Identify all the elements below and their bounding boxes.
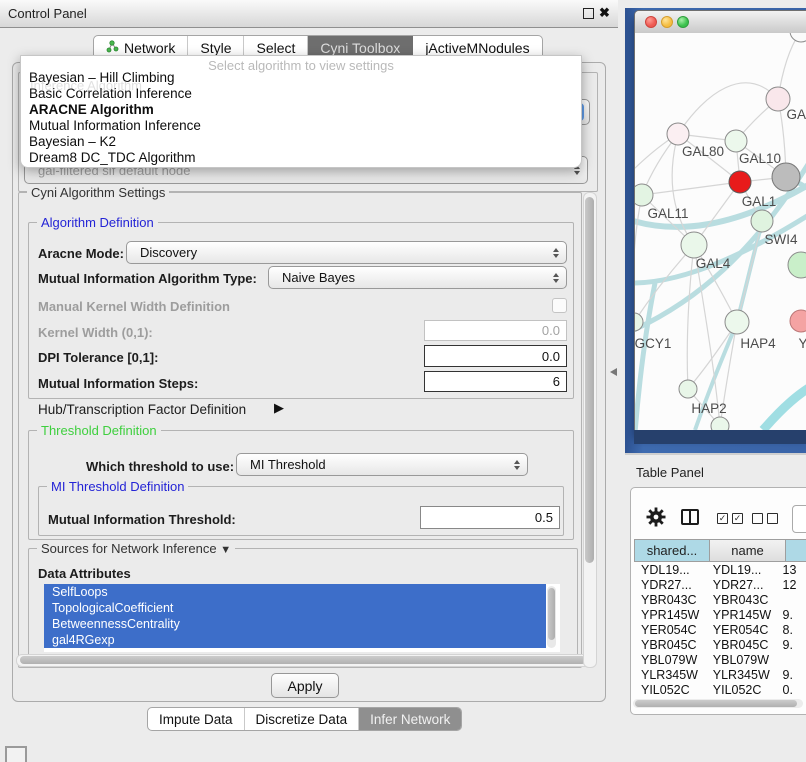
- column-header-shared-name[interactable]: shared...: [634, 539, 710, 562]
- manual-kernel-width-label: Manual Kernel Width Definition: [38, 299, 230, 314]
- dpi-tolerance-field[interactable]: 0.0: [424, 345, 567, 367]
- network-desktop: GAL GAL80 GAL10 GAL1 GAL11 SWI4 GAL4 GCY…: [625, 8, 806, 455]
- mouse-cursor: [610, 368, 617, 376]
- attribute-item-selected[interactable]: gal4RGexp: [44, 632, 546, 648]
- table-row[interactable]: YDL19...YDL19...13: [634, 563, 806, 578]
- node-label-gal-partial: GAL: [786, 107, 806, 122]
- table-panel-title: Table Panel: [636, 465, 704, 480]
- control-panel-titlebar: Control Panel ✖: [0, 0, 618, 28]
- algorithm-option[interactable]: Bayesian – K2: [21, 134, 581, 150]
- data-attributes-list: SelfLoops TopologicalCoefficient Between…: [44, 584, 560, 652]
- network-view-window: GAL GAL80 GAL10 GAL1 GAL11 SWI4 GAL4 GCY…: [634, 10, 806, 432]
- column-header-partial[interactable]: [786, 539, 806, 562]
- node-label-gal10: GAL10: [739, 151, 781, 166]
- node-label-gal4: GAL4: [696, 256, 731, 271]
- mi-steps-label: Mutual Information Steps:: [38, 376, 198, 391]
- tab-discretize-data[interactable]: Discretize Data: [245, 708, 360, 730]
- settings-horizontal-scrollbar[interactable]: [16, 654, 594, 667]
- mi-steps-field[interactable]: 6: [424, 371, 567, 392]
- mi-algorithm-type-combo[interactable]: Naive Bayes: [268, 266, 567, 289]
- table-row[interactable]: YBL079WYBL079W: [634, 653, 806, 668]
- node-label-gal11: GAL11: [647, 206, 688, 221]
- table-row[interactable]: YIL052CYIL052C0.: [634, 683, 806, 698]
- show-columns-icon[interactable]: ✓✓: [717, 513, 743, 524]
- function-builder-icon[interactable]: [792, 505, 806, 533]
- algorithm-option-selected[interactable]: ARACNE Algorithm: [21, 102, 581, 118]
- table-header-row: shared... name: [634, 539, 806, 562]
- hub-section-label[interactable]: Hub/Transcription Factor Definition: [38, 402, 246, 417]
- minimize-traffic-light-icon[interactable]: [661, 16, 673, 28]
- attribute-item-selected[interactable]: SelfLoops: [44, 584, 546, 600]
- node-label-gcy1: GCY1: [635, 336, 671, 351]
- network-canvas[interactable]: GAL GAL80 GAL10 GAL1 GAL11 SWI4 GAL4 GCY…: [635, 33, 806, 430]
- apply-button[interactable]: Apply: [271, 673, 339, 698]
- kernel-width-label: Kernel Width (0,1):: [38, 325, 153, 340]
- mi-threshold-fieldset-title: MI Threshold Definition: [47, 479, 188, 494]
- node-label-y-partial: Y: [798, 336, 806, 351]
- algorithm-definition-title: Algorithm Definition: [37, 215, 158, 230]
- float-panel-icon[interactable]: [583, 8, 594, 19]
- node-label-hap2: HAP2: [691, 401, 726, 416]
- combo-stepper-icon: [553, 273, 559, 283]
- node-label-gal80: GAL80: [682, 144, 724, 159]
- close-panel-icon[interactable]: ✖: [599, 5, 610, 21]
- which-threshold-combo[interactable]: MI Threshold: [236, 453, 528, 476]
- inference-algorithm-ghost-label: Inference Algorithm: [30, 78, 142, 93]
- tab-infer-network[interactable]: Infer Network: [359, 708, 461, 730]
- threshold-definition-title: Threshold Definition: [37, 423, 161, 438]
- panel-divider: [625, 453, 806, 455]
- control-panel-title: Control Panel: [8, 6, 87, 21]
- attribute-item-selected[interactable]: BetweennessCentrality: [44, 616, 546, 632]
- table-horizontal-scrollbar[interactable]: [633, 699, 803, 708]
- column-header-name[interactable]: name: [710, 539, 786, 562]
- attribute-list-scrollbar[interactable]: [547, 586, 556, 648]
- node-label-swi4: SWI4: [764, 232, 797, 247]
- table-row[interactable]: YDR27...YDR27...12: [634, 578, 806, 593]
- algorithm-option[interactable]: Mutual Information Inference: [21, 118, 581, 134]
- tab-impute-data[interactable]: Impute Data: [148, 708, 245, 730]
- popup-prompt: Select algorithm to view settings: [21, 56, 581, 70]
- attribute-item-selected[interactable]: TopologicalCoefficient: [44, 600, 546, 616]
- tab-network-label: Network: [124, 40, 175, 56]
- mi-threshold-field[interactable]: 0.5: [420, 506, 560, 529]
- data-attributes-label: Data Attributes: [38, 566, 131, 581]
- expand-right-triangle-icon[interactable]: ▶: [274, 400, 284, 416]
- table-row[interactable]: YLR345WYLR345W9.: [634, 668, 806, 683]
- collapse-down-triangle-icon[interactable]: ▼: [220, 544, 231, 556]
- kernel-width-field[interactable]: 0.0: [424, 320, 567, 341]
- hide-columns-icon[interactable]: [752, 513, 778, 524]
- aracne-mode-combo[interactable]: Discovery: [126, 241, 567, 264]
- node-label-gal1: GAL1: [742, 194, 777, 209]
- table-row[interactable]: YPR145WYPR145W9.: [634, 608, 806, 623]
- table-row[interactable]: YBR045CYBR045C9.: [634, 638, 806, 653]
- screen: Control Panel ✖ Network Style Select Cyn…: [0, 0, 806, 762]
- algorithm-dropdown-popup: Select algorithm to view settings Bayesi…: [20, 55, 582, 168]
- algorithm-option[interactable]: Dream8 DC_TDC Algorithm: [21, 150, 581, 166]
- mi-threshold-label: Mutual Information Threshold:: [48, 512, 236, 527]
- mi-algorithm-type-label: Mutual Information Algorithm Type:: [38, 271, 257, 286]
- combo-stepper-icon: [514, 460, 520, 470]
- table-row[interactable]: YER054CYER054C8.: [634, 623, 806, 638]
- window-shadow: [634, 430, 806, 444]
- aracne-mode-label: Aracne Mode:: [38, 246, 124, 261]
- minimized-panel-box[interactable]: [5, 746, 27, 762]
- table-row[interactable]: YBR043CYBR043C: [634, 593, 806, 608]
- close-traffic-light-icon[interactable]: [645, 16, 657, 28]
- which-threshold-label: Which threshold to use:: [86, 459, 234, 474]
- network-icon: [106, 40, 119, 56]
- zoom-traffic-light-icon[interactable]: [677, 16, 689, 28]
- node-label-hap4: HAP4: [740, 336, 775, 351]
- combo-stepper-icon: [553, 248, 559, 258]
- sources-title: Sources for Network Inference ▼: [37, 541, 235, 556]
- cyni-bottom-tabbar: Impute Data Discretize Data Infer Networ…: [147, 707, 462, 731]
- network-window-titlebar[interactable]: [635, 11, 806, 34]
- settings-vertical-scrollbar[interactable]: [583, 192, 597, 668]
- manual-kernel-width-checkbox[interactable]: [552, 298, 567, 313]
- gear-icon[interactable]: [646, 507, 666, 532]
- column-panes-icon[interactable]: [681, 509, 699, 525]
- dpi-tolerance-label: DPI Tolerance [0,1]:: [38, 350, 158, 365]
- cyni-settings-title: Cyni Algorithm Settings: [27, 185, 169, 200]
- table-body: YDL19...YDL19...13 YDR27...YDR27...12 YB…: [634, 563, 806, 698]
